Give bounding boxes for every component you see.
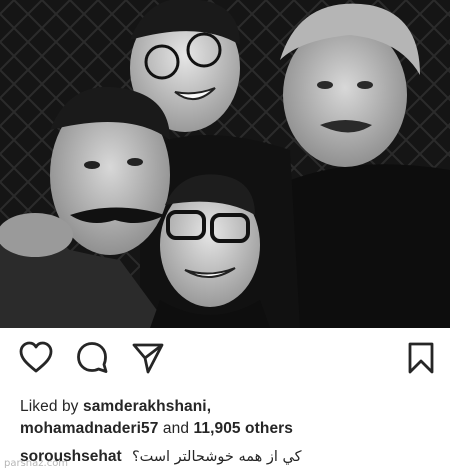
likes-count[interactable]: 11,905 others [193, 420, 293, 437]
liker-username-1[interactable]: samderakhshani, [83, 398, 211, 415]
bookmark-icon[interactable] [403, 340, 439, 376]
comment-bubble-icon[interactable] [75, 340, 111, 376]
post-photo[interactable] [0, 0, 450, 328]
post-caption: soroushsehat کي از همه خوشحالتر است؟ [20, 446, 440, 468]
watermark: parsnaz.com [4, 458, 69, 469]
liker-username-2[interactable]: mohamadnaderi57 [20, 420, 158, 437]
paper-plane-icon[interactable] [130, 340, 166, 376]
post-action-bar [0, 328, 450, 388]
caption-text: کي از همه خوشحالتر است؟ [131, 449, 302, 465]
likes-and: and [162, 420, 190, 437]
likes-prefix: Liked by [20, 398, 79, 415]
heart-icon[interactable] [18, 340, 54, 376]
post-photo-image [0, 0, 450, 328]
likes-summary: Liked by samderakhshani, mohamadnaderi57… [20, 396, 440, 440]
